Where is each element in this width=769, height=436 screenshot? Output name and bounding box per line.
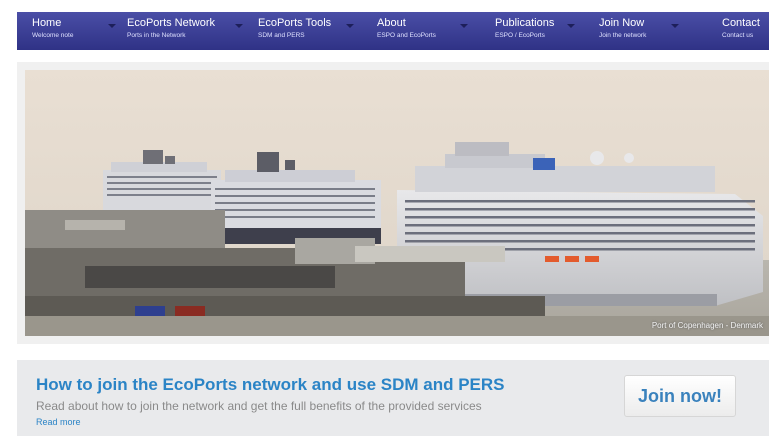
nav-title: Publications (495, 17, 555, 29)
hero-image: Port of Copenhagen - Denmark (25, 70, 769, 336)
port-photo-illustration (25, 70, 769, 336)
nav-subtitle: Welcome note (32, 32, 74, 39)
nav-subtitle: Ports in the Network (127, 32, 186, 39)
banner-description: Read about how to join the network and g… (36, 399, 482, 413)
hero-frame: Port of Copenhagen - Denmark (17, 62, 769, 344)
chevron-down-icon (567, 24, 575, 28)
nav-subtitle: SDM and PERS (258, 32, 305, 39)
nav-title: EcoPorts Tools (258, 17, 332, 29)
nav-subtitle: ESPO / EcoPorts (495, 32, 545, 39)
main-navigation: Home Welcome note EcoPorts Network Ports… (17, 12, 769, 50)
banner-title: How to join the EcoPorts network and use… (36, 375, 505, 394)
read-more-link[interactable]: Read more (36, 417, 81, 427)
join-now-button[interactable]: Join now! (624, 375, 736, 417)
chevron-down-icon (460, 24, 468, 28)
nav-subtitle: Contact us (722, 32, 754, 39)
chevron-down-icon (671, 24, 679, 28)
photo-caption: Port of Copenhagen - Denmark (651, 321, 763, 330)
nav-subtitle: ESPO and EcoPorts (377, 32, 436, 39)
nav-title: About (377, 17, 406, 29)
nav-item-home[interactable]: Home Welcome note (32, 12, 116, 50)
nav-item-about[interactable]: About ESPO and EcoPorts (377, 12, 477, 50)
chevron-down-icon (346, 24, 354, 28)
nav-item-contact[interactable]: Contact Contact us (722, 12, 769, 50)
nav-subtitle: Join the network (599, 32, 647, 39)
nav-title: Contact (722, 17, 760, 29)
nav-item-ecoports-tools[interactable]: EcoPorts Tools SDM and PERS (258, 12, 363, 50)
join-banner: How to join the EcoPorts network and use… (17, 360, 769, 436)
nav-item-ecoports-network[interactable]: EcoPorts Network Ports in the Network (127, 12, 247, 50)
nav-item-publications[interactable]: Publications ESPO / EcoPorts (495, 12, 595, 50)
nav-title: EcoPorts Network (127, 17, 216, 29)
chevron-down-icon (108, 24, 116, 28)
nav-title: Join Now (599, 17, 645, 29)
nav-title: Home (32, 17, 62, 29)
chevron-down-icon (235, 24, 243, 28)
nav-item-join-now[interactable]: Join Now Join the network (599, 12, 694, 50)
